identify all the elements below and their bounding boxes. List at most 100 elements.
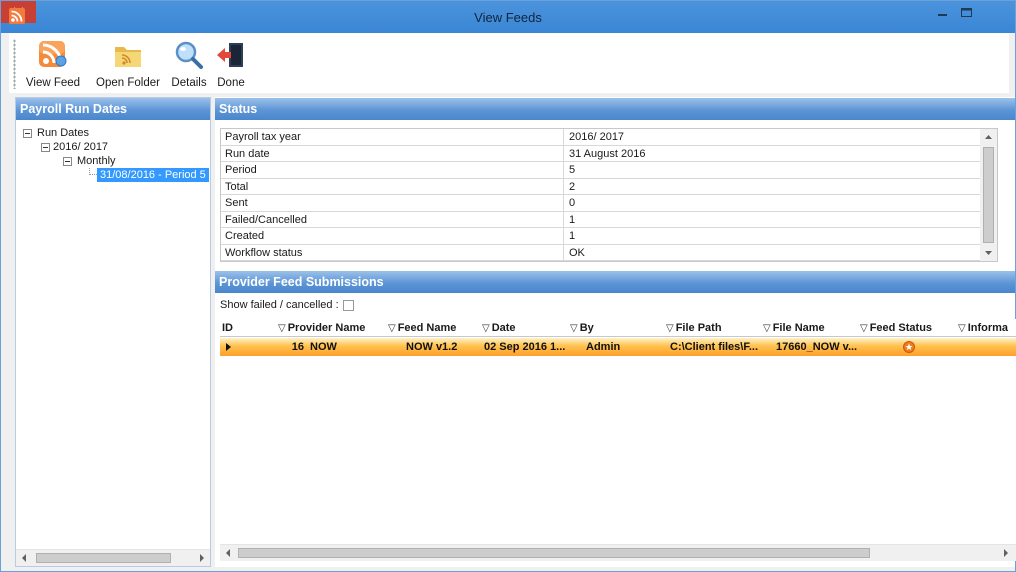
tree-node-root[interactable]: Run Dates xyxy=(21,126,209,140)
collapse-icon[interactable] xyxy=(63,157,72,166)
filter-icon[interactable]: ▽ xyxy=(388,323,396,334)
filter-icon[interactable]: ▽ xyxy=(482,323,490,334)
cell-id: 16 xyxy=(291,341,304,353)
status-row: Total 2 xyxy=(221,178,997,195)
status-value: 1 xyxy=(569,230,576,242)
column-header-information[interactable]: ▽ Informa xyxy=(958,322,1008,334)
grid-horizontal-scrollbar[interactable] xyxy=(220,544,1016,561)
provider-feed-submissions-header: Provider Feed Submissions xyxy=(215,271,1015,293)
column-header-feed-name[interactable]: ▽ Feed Name xyxy=(388,322,456,334)
status-row: Run date 31 August 2016 xyxy=(221,145,997,162)
open-folder-button[interactable]: Open Folder xyxy=(91,37,165,91)
row-indicator-icon xyxy=(226,343,231,351)
done-label: Done xyxy=(217,77,245,89)
status-key: Payroll tax year xyxy=(225,131,301,143)
filter-icon[interactable]: ▽ xyxy=(570,323,578,334)
tree-label-year: 2016/ 2017 xyxy=(53,141,109,153)
collapse-icon[interactable] xyxy=(41,143,50,152)
column-header-date[interactable]: ▽ Date xyxy=(482,322,516,334)
table-row[interactable]: 16 NOW NOW v1.2 02 Sep 2016 1... Admin C… xyxy=(220,338,1016,356)
status-vertical-scrollbar[interactable] xyxy=(980,129,997,261)
tree-node-year[interactable]: 2016/ 2017 xyxy=(21,140,209,154)
cell-by: Admin xyxy=(586,341,621,353)
scroll-right-icon[interactable] xyxy=(193,550,210,566)
tree-label-frequency: Monthly xyxy=(77,155,116,167)
maximize-icon[interactable] xyxy=(953,3,980,24)
title-bar: View Feeds xyxy=(1,1,1015,33)
status-value: 2016/ 2017 xyxy=(569,131,625,143)
scroll-left-icon[interactable] xyxy=(16,550,33,566)
status-key: Total xyxy=(225,180,249,193)
column-header-id[interactable]: ID xyxy=(222,322,233,334)
show-failed-row: Show failed / cancelled : xyxy=(220,299,354,311)
view-feeds-window: View Feeds View Feed Open Folder Details… xyxy=(0,0,1016,572)
status-key: Created xyxy=(225,230,265,242)
cell-file-path: C:\Client files\F... xyxy=(670,341,759,353)
cell-file-name: 17660_NOW v... xyxy=(776,341,858,353)
tree-connector xyxy=(89,168,97,175)
status-row: Created 1 xyxy=(221,228,997,245)
view-feed-label: View Feed xyxy=(25,77,81,89)
exit-door-icon xyxy=(217,43,243,67)
status-value: 31 August 2016 xyxy=(569,147,646,160)
window-title: View Feeds xyxy=(474,10,542,25)
status-row: Failed/Cancelled 1 xyxy=(221,211,997,228)
details-button[interactable]: Details xyxy=(169,37,209,91)
tree-label-root: Run Dates xyxy=(37,127,89,139)
filter-icon[interactable]: ▽ xyxy=(763,323,771,334)
status-key: Period xyxy=(225,164,257,176)
filter-icon[interactable]: ▽ xyxy=(958,323,966,334)
column-header-file-name[interactable]: ▽ File Name xyxy=(763,322,825,334)
status-value: 1 xyxy=(569,213,576,226)
grid-header: ID ▽ Provider Name ▽ Feed Name ▽ Date ▽ By ▽… xyxy=(220,319,1016,337)
view-feed-button[interactable]: View Feed xyxy=(23,37,83,91)
status-value: 2 xyxy=(569,180,576,193)
status-property-grid: Payroll tax year 2016/ 2017 Run date 31 Au… xyxy=(220,128,998,262)
scroll-thumb[interactable] xyxy=(238,548,870,558)
status-value: 5 xyxy=(569,164,576,176)
folder-icon xyxy=(115,47,141,67)
filter-icon[interactable]: ▽ xyxy=(666,323,674,334)
toolbar: View Feed Open Folder Details Done xyxy=(9,33,1009,93)
rss-feed-icon xyxy=(39,41,67,67)
status-row: Sent 0 xyxy=(221,195,997,212)
scroll-thumb[interactable] xyxy=(36,553,171,563)
cell-feed-name: NOW v1.2 xyxy=(406,341,458,353)
status-row: Workflow status OK xyxy=(221,244,997,261)
open-folder-label: Open Folder xyxy=(96,77,160,89)
payroll-run-dates-panel: Payroll Run Dates Run Dates 2016/ 2017 M… xyxy=(15,97,211,567)
filter-icon[interactable]: ▽ xyxy=(860,323,868,334)
toolbar-grip[interactable] xyxy=(13,39,16,89)
run-dates-tree: Run Dates 2016/ 2017 Monthly 31/08/2016 … xyxy=(21,126,209,182)
status-header: Status xyxy=(215,98,1015,120)
status-key: Failed/Cancelled xyxy=(225,213,307,226)
show-failed-checkbox[interactable] xyxy=(342,299,354,311)
status-key: Sent xyxy=(225,197,248,209)
scroll-thumb[interactable] xyxy=(983,147,994,243)
filter-icon[interactable]: ▽ xyxy=(278,323,286,334)
submissions-grid: ID ▽ Provider Name ▽ Feed Name ▽ Date ▽ By ▽… xyxy=(220,319,1016,544)
column-header-feed-status[interactable]: ▽ Feed Status xyxy=(860,322,932,334)
column-header-file-path[interactable]: ▽ File Path xyxy=(666,322,722,334)
status-value: OK xyxy=(569,246,585,259)
tree-node-period[interactable]: 31/08/2016 - Period 5 xyxy=(21,168,209,182)
status-key: Workflow status xyxy=(225,246,303,259)
tree-node-frequency[interactable]: Monthly xyxy=(21,154,209,168)
left-horizontal-scrollbar[interactable] xyxy=(16,549,210,566)
scroll-left-icon[interactable] xyxy=(220,545,237,561)
minimize-icon[interactable] xyxy=(929,3,956,24)
column-header-provider-name[interactable]: ▽ Provider Name xyxy=(278,322,365,334)
magnifier-icon xyxy=(175,41,203,69)
collapse-icon[interactable] xyxy=(23,129,32,138)
scroll-up-icon[interactable] xyxy=(980,129,997,145)
cell-date: 02 Sep 2016 1... xyxy=(484,341,566,353)
show-failed-label: Show failed / cancelled : xyxy=(220,299,339,311)
payroll-run-dates-header: Payroll Run Dates xyxy=(16,98,210,120)
status-key: Run date xyxy=(225,147,270,160)
scroll-down-icon[interactable] xyxy=(980,245,997,261)
done-button[interactable]: Done xyxy=(215,37,247,91)
tree-label-selected-period[interactable]: 31/08/2016 - Period 5 xyxy=(97,168,209,182)
scroll-right-icon[interactable] xyxy=(997,545,1014,561)
column-header-by[interactable]: ▽ By xyxy=(570,322,594,334)
cell-provider-name: NOW xyxy=(310,341,337,353)
